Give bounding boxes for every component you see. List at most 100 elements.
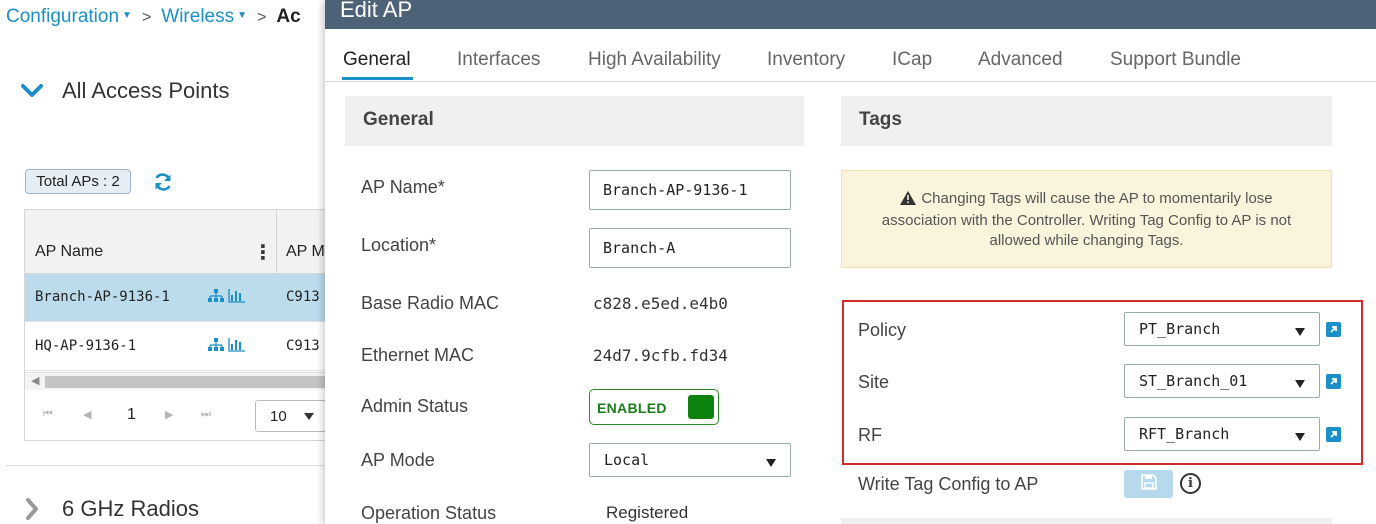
section-title: 6 GHz Radios <box>62 496 199 521</box>
per-page-value: 10 <box>270 408 287 425</box>
ap-mode-select[interactable]: Local <box>589 443 791 477</box>
ap-table: AP Name ⋮ AP M Branch-AP-9136-1 C913 HQ-… <box>24 209 334 441</box>
scrollbar-thumb[interactable] <box>45 376 333 388</box>
section-title: All Access Points <box>62 78 230 103</box>
caret-down-icon: ▼ <box>237 10 248 21</box>
topology-icon[interactable] <box>208 338 224 357</box>
caret-down-icon <box>1295 328 1305 336</box>
last-page-icon[interactable]: ⏭ <box>201 408 211 421</box>
next-section-header <box>841 518 1332 524</box>
ap-mode-label: AP Mode <box>361 450 435 470</box>
refresh-icon[interactable] <box>153 172 173 197</box>
cell-ap-name[interactable]: Branch-AP-9136-1 <box>35 289 170 305</box>
column-divider[interactable] <box>276 210 277 274</box>
admin-status-label: Admin Status <box>361 396 469 416</box>
tab-high-availability[interactable]: High Availability <box>588 49 721 71</box>
admin-status-value: ENABLED <box>597 400 667 416</box>
location-input[interactable]: Branch-A <box>589 228 791 268</box>
breadcrumb-configuration[interactable]: Configuration ▼ <box>6 6 132 27</box>
breadcrumb-wireless-label: Wireless <box>161 6 235 27</box>
ap-name-label: AP Name* <box>361 177 445 197</box>
chevron-right-icon <box>18 497 46 521</box>
warning-text: Changing Tags will cause the AP to momen… <box>881 190 1292 249</box>
tab-support-bundle[interactable]: Support Bundle <box>1110 49 1241 71</box>
bar-chart-icon[interactable] <box>228 289 245 308</box>
site-tag-label: Site <box>858 372 890 392</box>
row-actions <box>208 338 245 357</box>
toggle-knob <box>688 395 714 419</box>
ap-mode-value: Local <box>604 451 650 469</box>
policy-tag-label: Policy <box>858 320 907 340</box>
breadcrumb-configuration-label: Configuration <box>6 6 120 27</box>
horizontal-scrollbar[interactable]: ◀ <box>25 372 333 390</box>
tag-warning-alert: Changing Tags will cause the AP to momen… <box>841 170 1332 268</box>
breadcrumb: Configuration ▼ > Wireless ▼ > Ac <box>6 6 301 28</box>
external-link-icon[interactable] <box>1326 322 1341 337</box>
column-header-ap-name[interactable]: AP Name <box>35 243 103 261</box>
info-icon[interactable]: i <box>1180 473 1201 494</box>
caret-down-icon <box>1295 380 1305 388</box>
caret-down-icon <box>304 413 314 420</box>
prev-page-icon[interactable]: ◀ <box>83 408 91 421</box>
breadcrumb-current: Ac <box>276 6 301 27</box>
breadcrumb-separator: > <box>257 9 267 26</box>
breadcrumb-separator: > <box>141 9 152 26</box>
policy-tag-value: PT_Branch <box>1139 320 1221 338</box>
table-row[interactable]: HQ-AP-9136-1 C913 <box>25 323 333 371</box>
tab-interfaces[interactable]: Interfaces <box>457 49 540 71</box>
caret-down-icon: ▼ <box>122 10 132 21</box>
cell-ap-name[interactable]: HQ-AP-9136-1 <box>35 338 136 354</box>
dialog-title: Edit AP <box>340 0 413 22</box>
general-section-header: General <box>345 96 804 146</box>
operation-status-label: Operation Status <box>361 503 497 523</box>
base-radio-mac-label: Base Radio MAC <box>361 293 500 313</box>
tab-icap[interactable]: ICap <box>892 49 932 71</box>
base-radio-mac-value: c828.e5ed.e4b0 <box>593 294 728 313</box>
caret-down-icon <box>1295 433 1305 441</box>
tags-section-header: Tags <box>841 96 1332 146</box>
tab-inventory[interactable]: Inventory <box>767 49 845 71</box>
edit-ap-dialog: Edit AP General Interfaces High Availabi… <box>325 0 1376 524</box>
column-header-ap-model[interactable]: AP M <box>286 243 325 261</box>
rf-tag-value: RFT_Branch <box>1139 425 1230 443</box>
site-tag-value: ST_Branch_01 <box>1139 372 1248 390</box>
policy-tag-select[interactable]: PT_Branch <box>1124 312 1320 346</box>
write-tag-config-button[interactable] <box>1124 470 1173 498</box>
location-label: Location* <box>361 235 437 255</box>
current-page[interactable]: 1 <box>127 406 136 426</box>
ethernet-mac-label: Ethernet MAC <box>361 345 475 365</box>
section-6ghz-radios[interactable]: 6 GHz Radios <box>18 496 199 522</box>
table-row[interactable]: Branch-AP-9136-1 C913 <box>25 274 333 322</box>
external-link-icon[interactable] <box>1326 374 1341 389</box>
next-page-icon[interactable]: ▶ <box>165 408 173 421</box>
active-tab-indicator <box>342 77 413 80</box>
cell-ap-model: C913 <box>286 338 320 354</box>
scroll-left-icon[interactable]: ◀ <box>31 374 39 387</box>
pagination: ⏮ ◀ 1 ▶ ⏭ 10 <box>25 392 333 440</box>
tab-advanced[interactable]: Advanced <box>978 49 1063 71</box>
external-link-icon[interactable] <box>1326 427 1341 442</box>
total-aps-badge: Total APs : 2 <box>25 169 131 194</box>
rf-tag-label: RF <box>858 425 882 445</box>
dialog-header: Edit AP <box>325 0 1376 29</box>
table-header: AP Name ⋮ AP M <box>25 210 333 274</box>
first-page-icon[interactable]: ⏮ <box>43 408 53 421</box>
breadcrumb-wireless[interactable]: Wireless ▼ <box>161 6 247 27</box>
warning-icon <box>900 191 917 211</box>
tab-bar: General Interfaces High Availability Inv… <box>325 30 1376 82</box>
operation-status-value: Registered <box>606 503 689 522</box>
kebab-icon[interactable]: ⋮ <box>253 240 273 265</box>
bar-chart-icon[interactable] <box>228 338 245 357</box>
caret-down-icon <box>766 459 776 467</box>
per-page-select[interactable]: 10 <box>255 400 333 432</box>
rf-tag-select[interactable]: RFT_Branch <box>1124 417 1320 451</box>
chevron-down-icon <box>18 83 46 99</box>
ap-name-input[interactable]: Branch-AP-9136-1 <box>589 170 791 210</box>
site-tag-select[interactable]: ST_Branch_01 <box>1124 364 1320 398</box>
section-all-access-points[interactable]: All Access Points <box>18 78 230 104</box>
tab-general[interactable]: General <box>343 49 411 71</box>
section-divider <box>6 465 326 466</box>
ethernet-mac-value: 24d7.9cfb.fd34 <box>593 346 728 365</box>
admin-status-toggle[interactable]: ENABLED <box>589 389 719 425</box>
topology-icon[interactable] <box>208 289 224 308</box>
